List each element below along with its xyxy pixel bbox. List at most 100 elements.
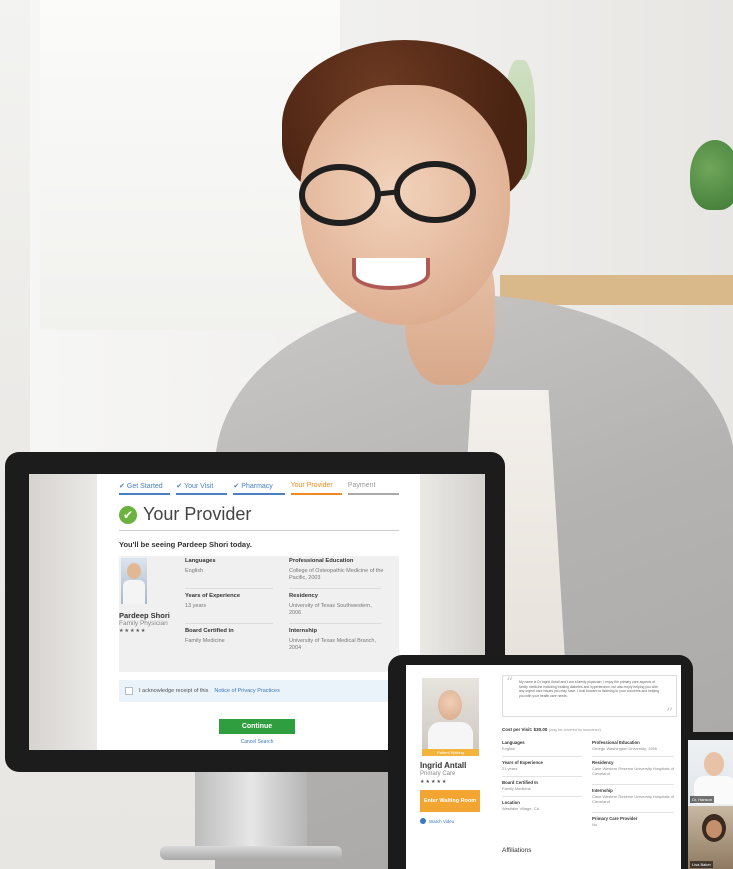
step-your-provider[interactable]: Your Provider (290, 482, 342, 495)
divider (502, 756, 582, 757)
close-quote-icon: ” (665, 706, 673, 723)
watch-video-link[interactable]: Watch Video (420, 818, 454, 824)
step-your-visit[interactable]: ✔ Your Visit (176, 482, 228, 495)
info-label: Board Certified in (185, 628, 234, 634)
board-info: Board Certified in Family Medicine (185, 628, 265, 645)
video-tile-patient (688, 806, 733, 869)
affiliations-heading: Affiliations (502, 847, 532, 854)
patient-waiting-badge: Patient Waiting (422, 749, 479, 756)
info-value: English (185, 567, 204, 574)
info-value: George Washington University, 1995 (592, 745, 657, 751)
doctor-name-label: Dr. Hanson (690, 796, 715, 803)
divider (289, 623, 381, 624)
divider (592, 756, 674, 757)
divider (289, 588, 381, 589)
divider (502, 796, 582, 797)
divider (502, 776, 582, 777)
divider (592, 812, 674, 813)
bio-text: My name is Dr Ingrid Antall and I am a f… (519, 680, 660, 698)
privacy-notice-link[interactable]: Notice of Privacy Practices (214, 688, 279, 694)
board-info: Board Certified In Family Medicine (502, 780, 587, 791)
pcp-info: Primary Care Provider No (592, 816, 677, 827)
patient-name-label: Lisa Baker (690, 861, 713, 868)
phone-device: Dr. Hanson Lisa Baker (683, 732, 733, 869)
info-label: Languages (185, 558, 216, 564)
info-value: Family Medicine (185, 637, 225, 644)
provider-name: Ingrid Antall (420, 761, 467, 770)
tablet-device: Patient Waiting Ingrid Antall Primary Ca… (388, 655, 693, 869)
info-value: Family Medicine (502, 785, 531, 791)
info-label: Primary Care Provider (592, 816, 638, 821)
step-label: Get Started (126, 483, 163, 490)
visit-cost: Cost per Visit: $30.00 (may be covered b… (502, 727, 601, 732)
glasses-icon (299, 161, 476, 226)
provider-role: Family Physician (119, 620, 168, 627)
privacy-acknowledgement: I acknowledge receipt of this Notice of … (119, 680, 399, 702)
play-icon (420, 818, 426, 824)
progress-steps: ✔ Get Started ✔ Your Visit ✔ Pharmacy Your … (119, 482, 400, 495)
step-get-started[interactable]: ✔ Get Started (119, 482, 171, 495)
info-value: 21 years (502, 765, 518, 771)
provider-photo (422, 678, 479, 750)
provider-role: Primary Care (420, 771, 456, 777)
check-icon: ✔ (176, 483, 183, 490)
info-value: No (592, 821, 598, 827)
check-circle-icon: ✔ (119, 505, 137, 524)
info-value: English (502, 745, 516, 751)
phone-screen: Dr. Hanson Lisa Baker (688, 740, 733, 869)
info-label: Years of Experience (185, 593, 241, 599)
education-info: Professional Education George Washington… (592, 740, 677, 751)
cancel-search-link[interactable]: Cancel Search (219, 739, 295, 745)
step-label: Your Provider (290, 482, 333, 489)
divider (185, 623, 273, 624)
enter-waiting-room-button[interactable]: Enter Waiting Room (420, 790, 480, 812)
page-title: ✔ Your Provider (119, 504, 251, 525)
divider (185, 588, 273, 589)
divider (592, 784, 674, 785)
monitor-stand (195, 772, 307, 850)
info-value: Case Western Reserve University Hospital… (592, 765, 674, 776)
info-value: 13 years (185, 602, 207, 609)
info-label: Internship (289, 628, 318, 634)
step-pharmacy[interactable]: ✔ Pharmacy (233, 482, 285, 495)
monitor-base (160, 846, 342, 860)
residency-info: Residency University of Texas Southweste… (289, 593, 384, 617)
rating-stars: ★★★★★ (119, 628, 147, 634)
residency-info: Residency Case Western Reserve Universit… (592, 760, 677, 776)
info-value: Case Western Reserve University Hospital… (592, 793, 674, 804)
experience-info: Years of Experience 13 years (185, 593, 265, 610)
education-info: Professional Education College of Osteop… (289, 558, 384, 582)
info-value: University of Texas Medical Branch, 2004 (289, 637, 377, 651)
info-value: Westlake Village, CA (502, 805, 540, 811)
check-icon: ✔ (119, 483, 125, 490)
check-icon: ✔ (233, 483, 240, 490)
provider-card: Pardeep Shori Family Physician ★★★★★ Lan… (119, 556, 399, 672)
rating-stars: ★★★★★ (420, 779, 448, 785)
languages-info: Languages English (502, 740, 587, 751)
screen-blur-left (29, 474, 97, 750)
continue-button[interactable]: Continue (219, 719, 295, 734)
languages-info: Languages English (185, 558, 265, 575)
potted-plant (690, 140, 733, 210)
provider-bio-quote: “ My name is Dr Ingrid Antall and I am a… (502, 675, 677, 722)
tablet-sidebar: Patient Waiting Ingrid Antall Primary Ca… (406, 665, 496, 869)
cost-note: (may be covered by insurance) (548, 728, 601, 732)
step-label: Your Visit (184, 483, 214, 490)
internship-info: Internship Case Western Reserve Universi… (592, 788, 677, 804)
info-label: Residency (289, 593, 318, 599)
step-payment: Payment (347, 482, 400, 495)
acknowledge-checkbox[interactable] (125, 687, 133, 695)
tablet-screen: Patient Waiting Ingrid Antall Primary Ca… (406, 665, 681, 869)
step-label: Payment (347, 482, 376, 489)
internship-info: Internship University of Texas Medical B… (289, 628, 384, 652)
info-label: Professional Education (289, 558, 354, 564)
watch-video-label: Watch Video (429, 818, 455, 824)
open-quote-icon: “ (506, 675, 514, 691)
provider-name: Pardeep Shori (119, 611, 170, 620)
ack-label: I acknowledge receipt of this (139, 688, 209, 694)
info-value: University of Texas Southwestern, 2006 (289, 602, 372, 616)
page-title-text: Your Provider (143, 504, 252, 524)
experience-info: Years of Experience 21 years (502, 760, 587, 771)
cost-value: Cost per Visit: $30.00 (502, 727, 548, 732)
divider (119, 530, 399, 531)
